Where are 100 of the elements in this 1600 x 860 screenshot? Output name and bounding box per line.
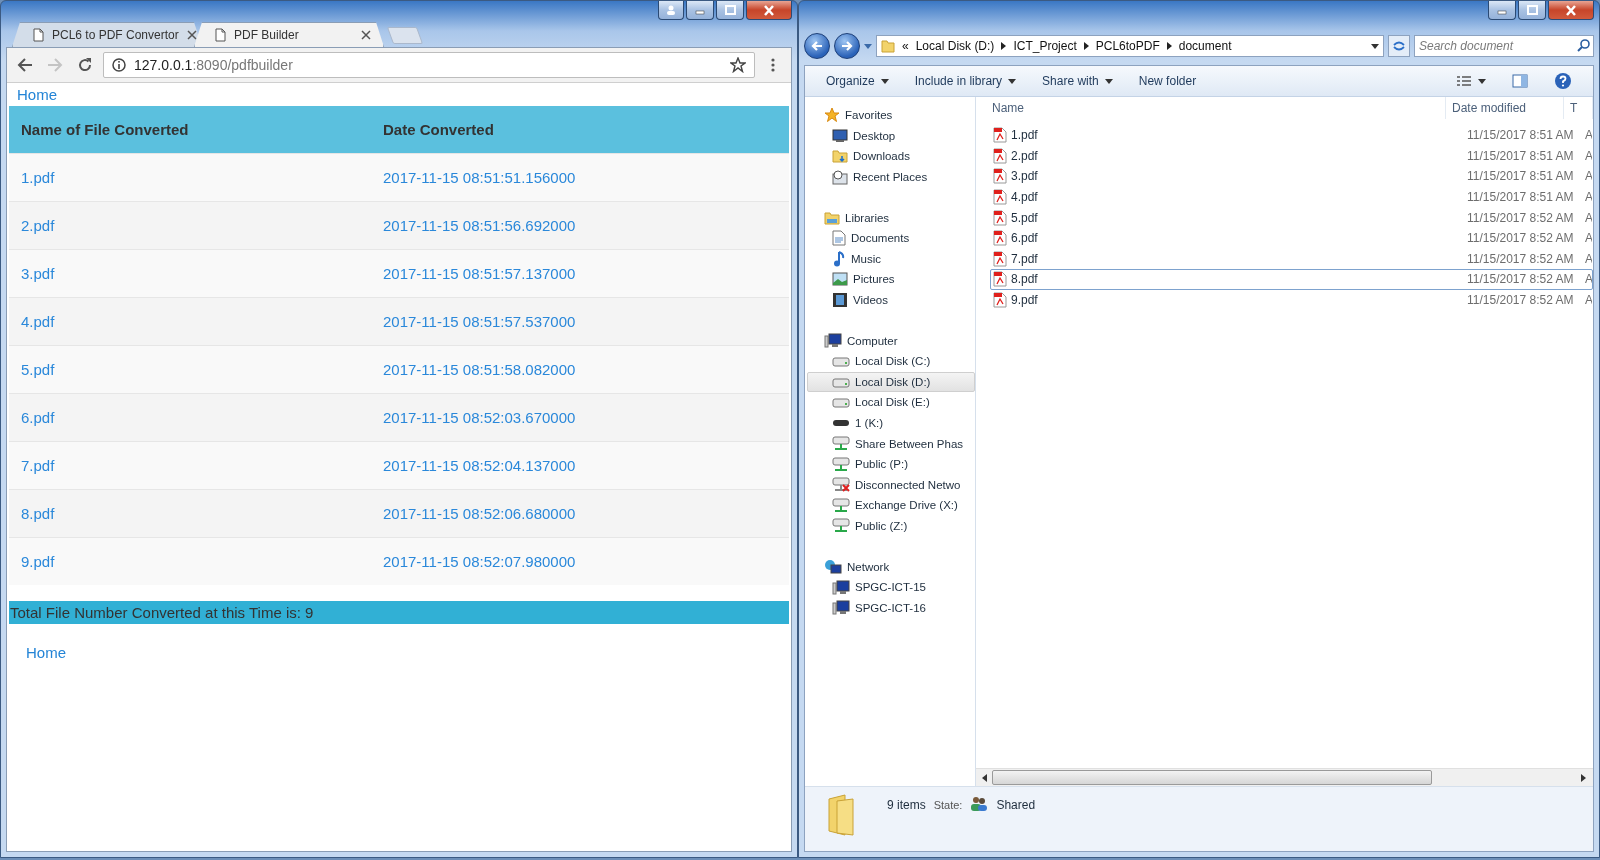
forward-button[interactable] [834, 33, 860, 59]
close-icon[interactable] [361, 30, 371, 40]
people-icon [970, 796, 989, 812]
minimize-button[interactable] [686, 1, 714, 20]
info-icon [112, 58, 126, 72]
nav-item[interactable]: 1 (K:) [807, 412, 975, 434]
date-link[interactable]: 2017-11-15 08:51:58.082000 [383, 361, 576, 378]
nav-item[interactable]: Local Disk (E:) [807, 392, 975, 413]
file-name: 2.pdf [1011, 148, 1038, 163]
back-button[interactable] [804, 33, 830, 59]
date-link[interactable]: 2017-11-15 08:51:57.137000 [383, 265, 576, 282]
nav-item[interactable]: Network [807, 556, 975, 577]
close-button[interactable] [746, 1, 792, 20]
breadcrumb-item[interactable]: ICT_Project [1013, 39, 1077, 53]
caret-icon [1104, 78, 1113, 84]
nav-item[interactable]: Public (Z:) [807, 515, 975, 537]
date-link[interactable]: 2017-11-15 08:52:07.980000 [383, 553, 576, 570]
total-bar: Total File Number Converted at this Time is: 9 [9, 601, 789, 624]
file-name: 1.pdf [1011, 128, 1038, 143]
nav-item[interactable]: Documents [807, 227, 975, 249]
nav-item[interactable]: Desktop [807, 125, 975, 147]
nav-item[interactable]: Recent Places [807, 166, 975, 188]
nav-item[interactable]: Local Disk (C:) [807, 350, 975, 372]
pdf-file-icon [993, 147, 1007, 164]
date-cell-text: 11/15/2017 8:51 AM [1466, 127, 1575, 145]
horizontal-scrollbar[interactable] [976, 768, 1593, 786]
file-name: 9.pdf [1011, 293, 1038, 308]
caret-icon [1478, 78, 1486, 84]
folder-icon [824, 210, 840, 225]
maximize-button[interactable] [1518, 1, 1546, 20]
landscape-icon [832, 272, 848, 287]
item-count: 9 items [887, 798, 926, 812]
nav-item[interactable]: Music [807, 248, 975, 270]
profile-button[interactable] [658, 1, 684, 20]
nav-item[interactable]: SPGC-ICT-15 [807, 576, 975, 598]
back-arrow-icon [811, 40, 823, 52]
nav-item[interactable]: Disconnected Netwo [807, 474, 975, 496]
nav-item[interactable]: Libraries [807, 207, 975, 228]
nav-item[interactable]: Pictures [807, 269, 975, 290]
nav-item[interactable]: Downloads [807, 146, 975, 167]
right-arrow-icon [1581, 773, 1587, 782]
chevron-icon [1083, 42, 1089, 50]
file-link[interactable]: 5.pdf [21, 361, 55, 378]
search-field[interactable]: Search document [1414, 35, 1594, 57]
date-link[interactable]: 2017-11-15 08:51:51.156000 [383, 169, 576, 186]
close-icon[interactable] [186, 30, 197, 40]
back-arrow-icon [17, 57, 33, 73]
url-text: 127.0.0.1:8090/pdfbuilder [134, 57, 294, 73]
file-link[interactable]: 9.pdf [21, 553, 55, 570]
column-header[interactable]: Name [976, 97, 1446, 119]
breadcrumb-item[interactable]: document [1178, 39, 1232, 53]
file-name: 7.pdf [1011, 251, 1038, 266]
nav-item[interactable]: Share Between Phas [807, 433, 975, 454]
date-cell-text: 11/15/2017 8:52 AM [1466, 250, 1575, 268]
address-bar[interactable]: « Local Disk (D:) ICT_Project PCL6toPDF document [876, 35, 1384, 57]
date-link[interactable]: 2017-11-15 08:52:04.137000 [383, 457, 576, 474]
maximize-button[interactable] [716, 1, 744, 20]
nav-item[interactable]: Computer [807, 330, 975, 351]
state-label: State: [933, 799, 963, 811]
close-icon [763, 4, 775, 16]
file-name: 5.pdf [1011, 210, 1038, 225]
file-link[interactable]: 1.pdf [21, 169, 55, 186]
pdf-file-icon [993, 230, 1007, 247]
refresh-button[interactable] [1388, 35, 1410, 57]
toolbar-button[interactable]: New folder [1127, 74, 1208, 88]
music-note-icon [832, 250, 846, 267]
star-icon[interactable] [730, 57, 746, 73]
home-link[interactable]: Home [9, 83, 65, 106]
forward-arrow-icon [47, 57, 63, 73]
breadcrumb-item[interactable]: Local Disk (D:) [915, 39, 995, 53]
browser-tab[interactable]: PDF Builder [194, 22, 384, 47]
nav-item[interactable]: Public (P:) [807, 453, 975, 475]
toolbar-button[interactable]: Organize [815, 74, 900, 88]
scroll-thumb[interactable] [992, 770, 1432, 785]
nav-item[interactable]: Videos [807, 289, 975, 311]
chevron-icon [1166, 42, 1172, 50]
drive-icon [832, 396, 850, 409]
address-bar[interactable]: 127.0.0.1:8090/pdfbuilder [103, 52, 755, 78]
nav-item[interactable]: Favorites [807, 105, 975, 126]
document-icon [832, 230, 846, 247]
column-header[interactable]: T [1564, 97, 1593, 119]
close-button[interactable] [1548, 1, 1594, 20]
minimize-button[interactable] [1488, 1, 1516, 20]
caret-icon [1008, 78, 1017, 84]
page-icon [215, 28, 226, 42]
column-header[interactable]: Date modified [1446, 97, 1564, 119]
date-cell-text: 11/15/2017 8:51 AM [1466, 168, 1575, 186]
nav-item[interactable]: Exchange Drive (X:) [807, 495, 975, 516]
toolbar-button[interactable]: Include in library [903, 74, 1028, 88]
pdf-file-icon [993, 168, 1007, 185]
menu-icon [771, 58, 775, 72]
home-link[interactable]: Home [26, 644, 66, 661]
breadcrumb-item[interactable]: PCL6toPDF [1095, 39, 1160, 53]
nav-item[interactable]: Local Disk (D:) [807, 371, 975, 393]
overflow-chevron[interactable]: « [902, 39, 909, 53]
file-link[interactable]: 3.pdf [21, 265, 55, 282]
toolbar-button[interactable]: Share with [1031, 74, 1124, 88]
refresh-arrows-icon [1392, 40, 1406, 52]
file-link[interactable]: 7.pdf [21, 457, 55, 474]
nav-item[interactable]: SPGC-ICT-16 [807, 597, 975, 619]
